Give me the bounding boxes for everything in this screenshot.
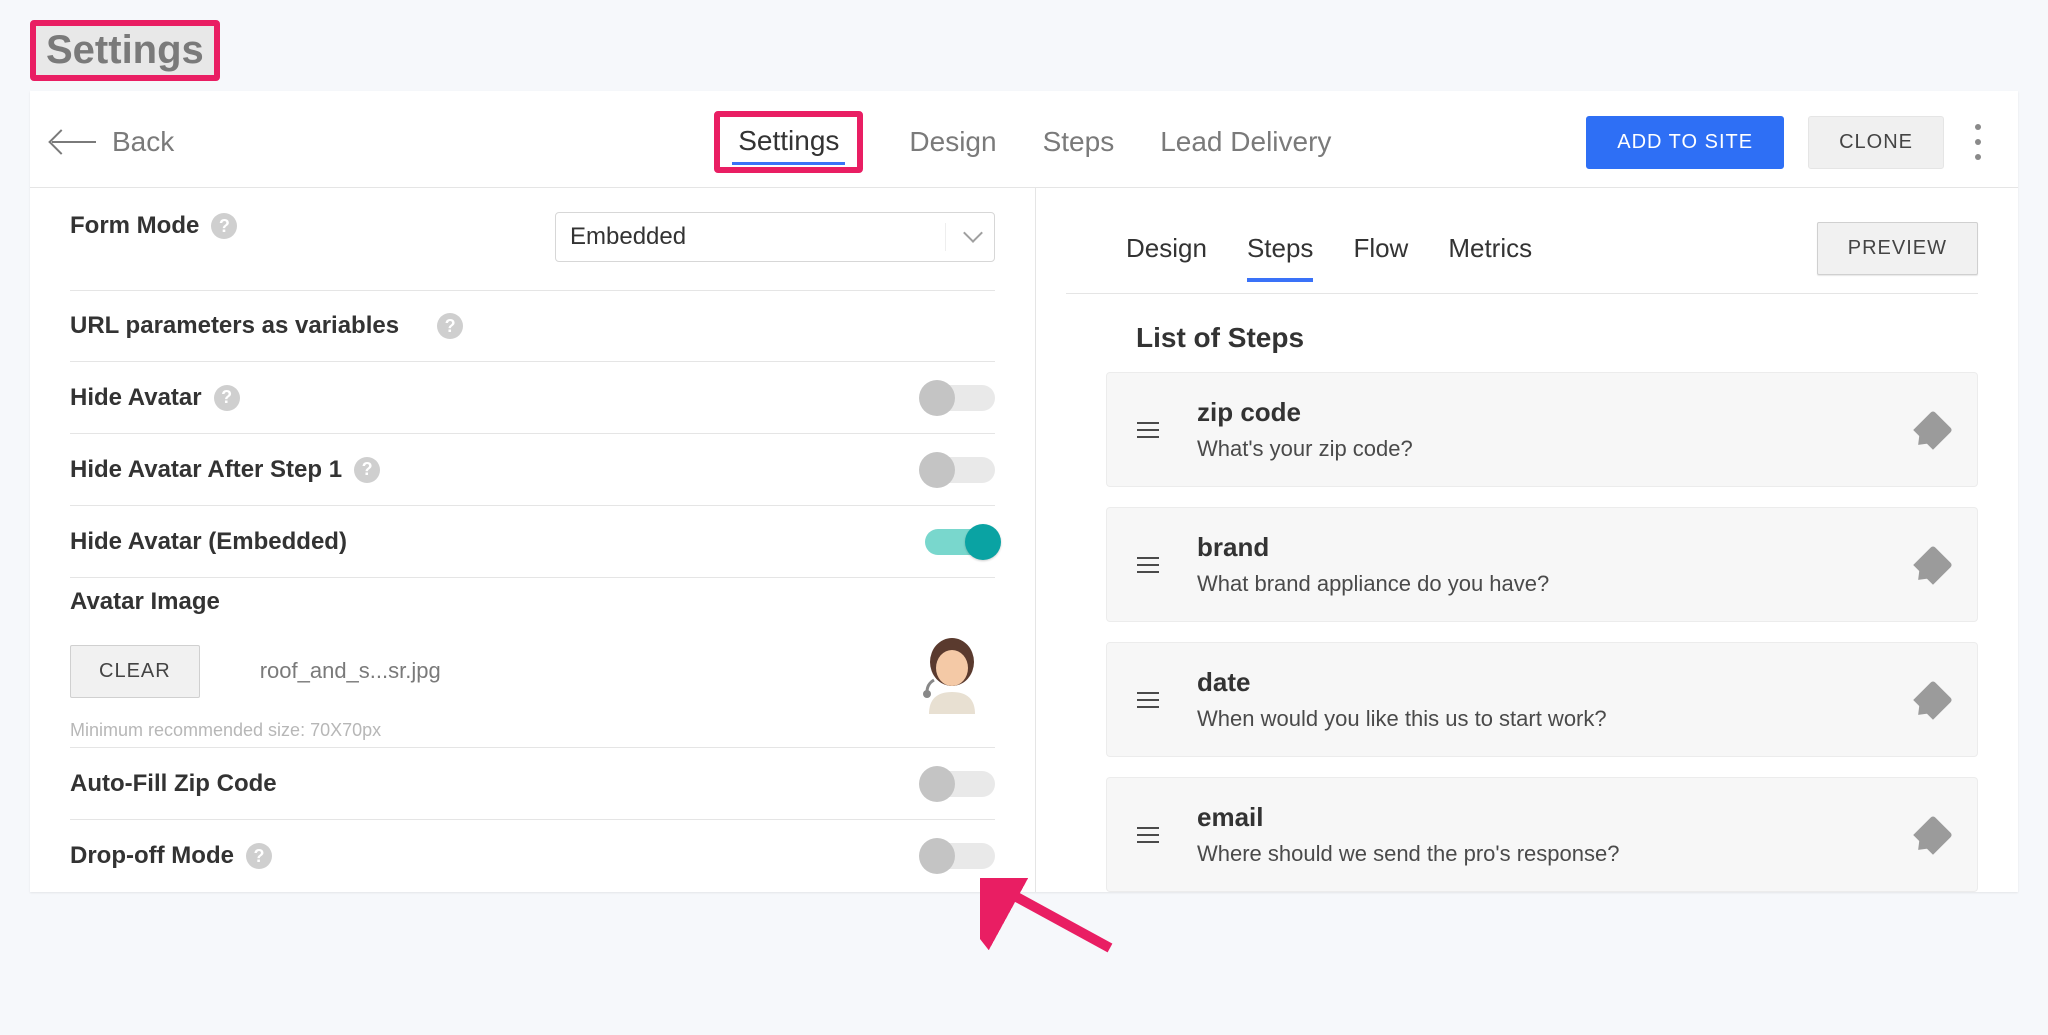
subtab-steps[interactable]: Steps [1247,233,1314,264]
help-icon[interactable]: ? [437,313,463,339]
drag-handle-icon[interactable] [1137,827,1167,843]
step-title: brand [1197,532,1549,563]
hide-avatar-after-step1-label: Hide Avatar After Step 1 [70,456,342,484]
tab-lead-delivery-label: Lead Delivery [1160,126,1331,157]
form-mode-select[interactable]: Embedded [555,212,995,262]
preview-button[interactable]: PREVIEW [1817,222,1978,275]
step-desc: What brand appliance do you have? [1197,571,1549,597]
tab-design-label: Design [909,126,996,157]
page-title: Settings [30,20,220,81]
main-tabs: Settings Design Steps Lead Delivery [714,111,1331,173]
step-title: zip code [1197,397,1413,428]
chevron-down-icon [963,223,983,243]
tab-steps[interactable]: Steps [1043,126,1115,158]
hide-avatar-toggle[interactable] [925,385,995,411]
steps-list: zip code What's your zip code? brand Wha… [1066,372,1978,892]
dropoff-mode-label: Drop-off Mode [70,842,234,870]
subtab-design[interactable]: Design [1126,233,1207,264]
step-card[interactable]: zip code What's your zip code? [1106,372,1978,487]
dropoff-mode-toggle[interactable] [925,843,995,869]
step-card[interactable]: date When would you like this us to star… [1106,642,1978,757]
arrow-left-icon [52,135,96,149]
drag-handle-icon[interactable] [1137,557,1167,573]
back-label: Back [112,126,174,158]
step-title: email [1197,802,1619,833]
auto-fill-zip-toggle[interactable] [925,771,995,797]
url-params-label: URL parameters as variables [70,312,399,340]
step-desc: When would you like this us to start wor… [1197,706,1607,732]
step-card[interactable]: email Where should we send the pro's res… [1106,777,1978,892]
help-icon[interactable]: ? [211,213,237,239]
hide-avatar-embedded-toggle[interactable] [925,529,995,555]
help-icon[interactable]: ? [354,457,380,483]
step-card[interactable]: brand What brand appliance do you have? [1106,507,1978,622]
tab-steps-label: Steps [1043,126,1115,157]
pencil-icon[interactable] [1913,680,1953,720]
hide-avatar-embedded-label: Hide Avatar (Embedded) [70,528,347,556]
subtab-flow[interactable]: Flow [1353,233,1408,264]
avatar-thumbnail [909,628,995,714]
pencil-icon[interactable] [1913,545,1953,585]
clear-avatar-button[interactable]: CLEAR [70,645,200,698]
step-desc: Where should we send the pro's response? [1197,841,1619,867]
hide-avatar-label: Hide Avatar [70,384,202,412]
auto-fill-zip-label: Auto-Fill Zip Code [70,770,277,798]
step-title: date [1197,667,1607,698]
tab-settings-label: Settings [714,111,863,173]
drag-handle-icon[interactable] [1137,692,1167,708]
drag-handle-icon[interactable] [1137,422,1167,438]
pencil-icon[interactable] [1913,410,1953,450]
help-icon[interactable]: ? [214,385,240,411]
hide-avatar-after-step1-toggle[interactable] [925,457,995,483]
clone-button[interactable]: CLONE [1808,116,1944,169]
pencil-icon[interactable] [1913,815,1953,855]
step-desc: What's your zip code? [1197,436,1413,462]
tab-design[interactable]: Design [909,126,996,158]
more-menu-icon[interactable] [1968,124,1988,160]
form-mode-label: Form Mode [70,212,199,240]
add-to-site-button[interactable]: ADD TO SITE [1586,116,1784,169]
main-panel: Back Settings Design Steps Lead Delivery… [30,91,2018,892]
tab-settings[interactable]: Settings [714,111,863,173]
subtab-metrics[interactable]: Metrics [1448,233,1532,264]
avatar-image-label: Avatar Image [70,588,220,615]
avatar-hint: Minimum recommended size: 70X70px [70,720,995,741]
list-of-steps-title: List of Steps [1136,322,1978,354]
tab-lead-delivery[interactable]: Lead Delivery [1160,126,1331,158]
back-button[interactable]: Back [52,126,174,158]
help-icon[interactable]: ? [246,843,272,869]
avatar-filename: roof_and_s...sr.jpg [260,658,441,684]
form-mode-value: Embedded [570,223,686,251]
